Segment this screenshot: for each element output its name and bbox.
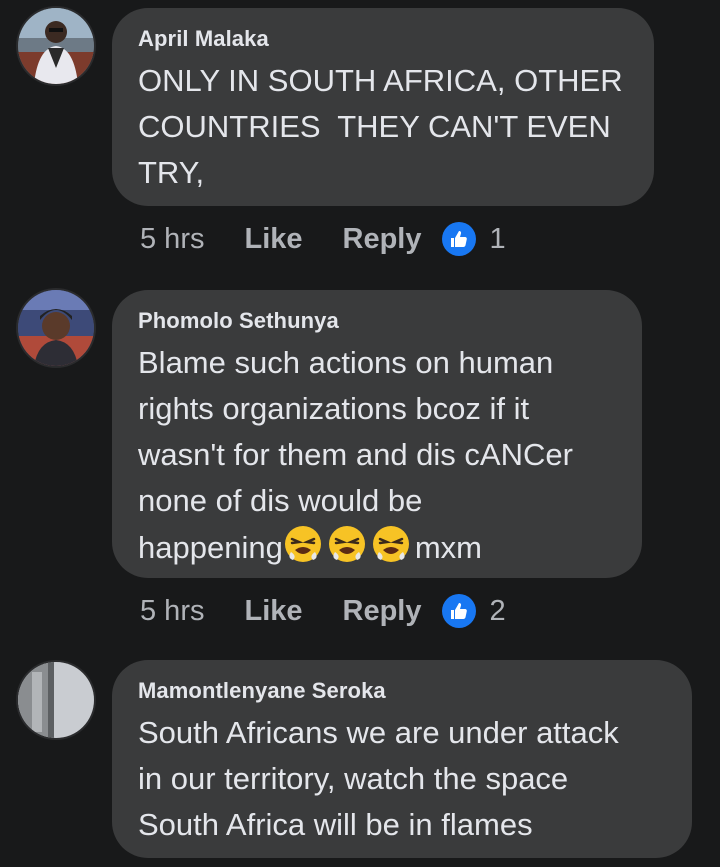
reaction-count: 2 — [489, 594, 506, 627]
comment-actions: 5 hrs Like Reply 1 — [140, 222, 506, 256]
like-button[interactable]: Like — [244, 223, 302, 256]
comment-text: South Africans we are under attack in ou… — [138, 715, 619, 842]
comment-text: ONLY IN SOUTH AFRICA, OTHER COUNTRIES TH… — [138, 63, 623, 190]
tired-face-emoji-icon — [328, 526, 365, 562]
tired-face-emoji-icon — [284, 526, 321, 562]
reaction-summary[interactable]: 2 — [441, 594, 506, 628]
comment-text: Blame such actions on human rights organ… — [138, 340, 616, 571]
avatar[interactable] — [18, 662, 94, 738]
reply-button[interactable]: Reply — [343, 223, 422, 256]
avatar-image — [18, 290, 94, 366]
comment-author[interactable]: Phomolo Sethunya — [138, 308, 616, 334]
tired-face-emoji-icon — [372, 526, 409, 562]
comment-actions: 5 hrs Like Reply 2 — [140, 594, 506, 628]
comment-text-tail: mxm — [414, 530, 482, 565]
comment-timestamp[interactable]: 5 hrs — [140, 223, 204, 256]
reply-button[interactable]: Reply — [343, 595, 422, 628]
comment-bubble: Phomolo Sethunya Blame such actions on h… — [112, 290, 642, 578]
avatar[interactable] — [18, 290, 94, 366]
comment-author[interactable]: Mamontlenyane Seroka — [138, 678, 666, 704]
comment-bubble: Mamontlenyane Seroka South Africans we a… — [112, 660, 692, 858]
comment-bubble: April Malaka ONLY IN SOUTH AFRICA, OTHER… — [112, 8, 654, 206]
like-icon — [441, 222, 476, 256]
reaction-count: 1 — [489, 222, 506, 255]
avatar-image — [18, 662, 94, 738]
like-icon — [441, 594, 476, 628]
comment-author[interactable]: April Malaka — [138, 26, 628, 52]
reaction-summary[interactable]: 1 — [441, 222, 506, 256]
avatar-image — [18, 8, 94, 84]
avatar[interactable] — [18, 8, 94, 84]
like-button[interactable]: Like — [244, 595, 302, 628]
comment-timestamp[interactable]: 5 hrs — [140, 595, 204, 628]
